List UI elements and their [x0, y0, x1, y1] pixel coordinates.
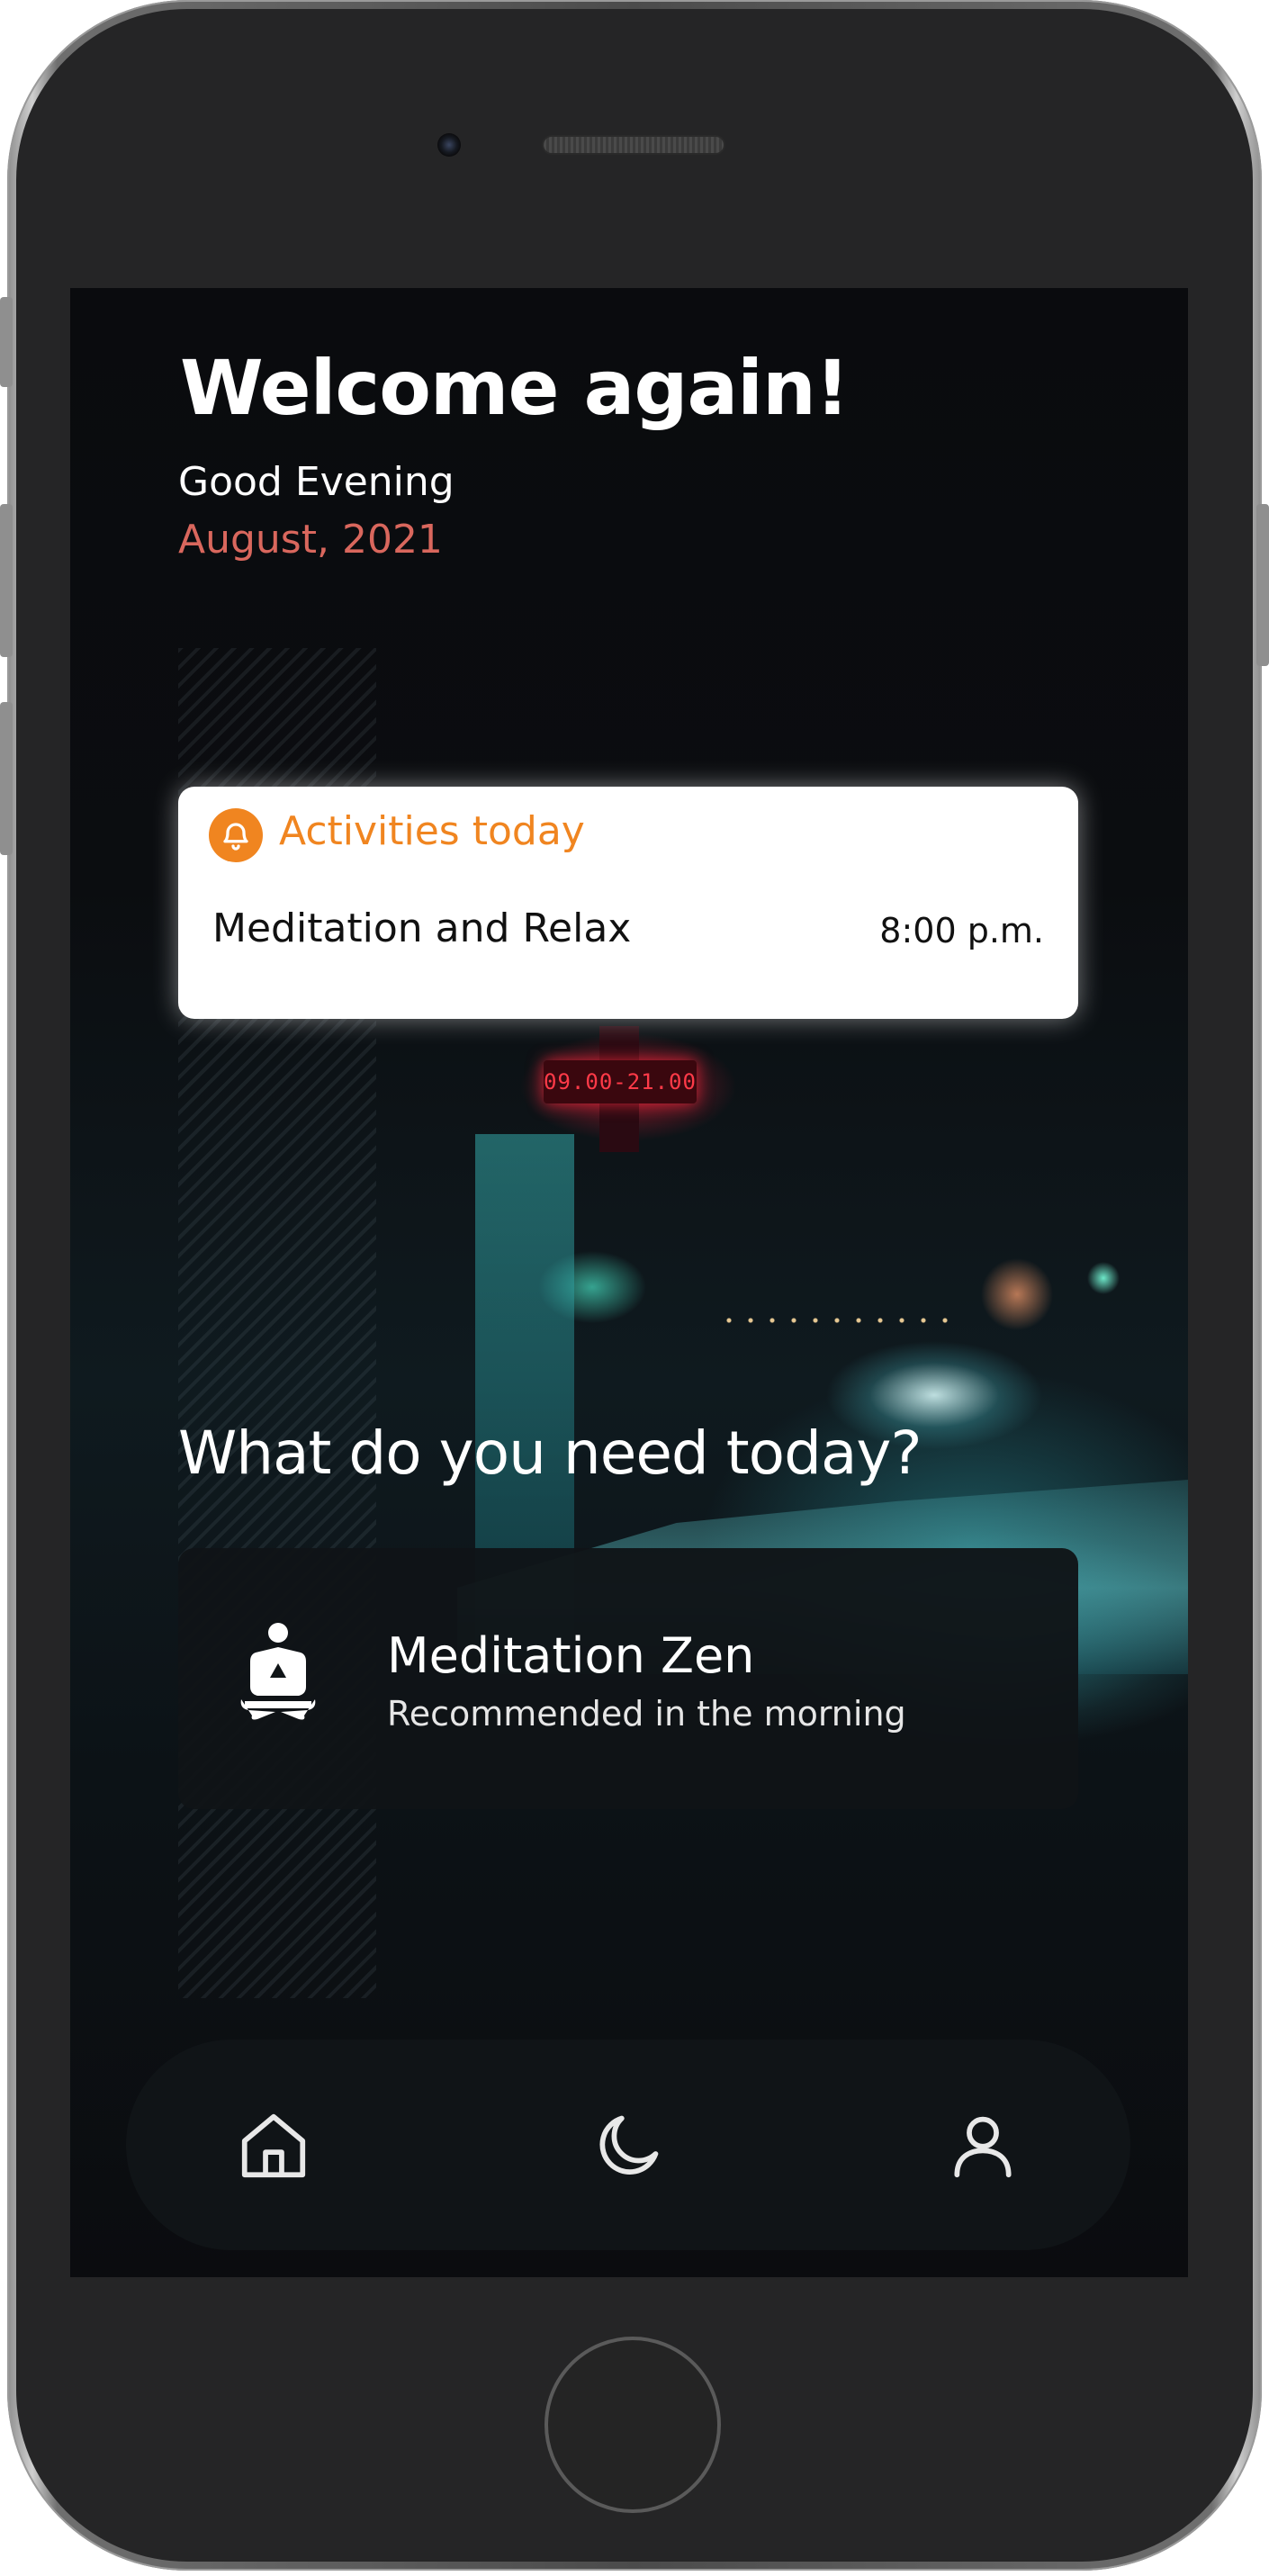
- page-title: Welcome again!: [180, 344, 850, 432]
- bottom-nav-bar: [126, 2040, 1130, 2250]
- power-button: [1256, 504, 1269, 666]
- volume-down-button: [0, 702, 13, 855]
- earpiece-speaker: [544, 137, 724, 153]
- home-icon: [241, 2113, 306, 2178]
- activities-card[interactable]: Activities today Meditation and Relax 8:…: [178, 787, 1078, 1019]
- nav-home-button[interactable]: [230, 2103, 317, 2189]
- meditation-icon: [239, 1622, 317, 1726]
- moon-icon: [599, 2115, 659, 2175]
- option-subtitle: Recommended in the morning: [387, 1694, 906, 1734]
- section-question: What do you need today?: [178, 1419, 922, 1488]
- mute-switch: [0, 297, 13, 387]
- app-screen: 09.00-21.00 Welcome again! Good Evening …: [70, 288, 1188, 2277]
- greeting-text: Good Evening: [178, 459, 454, 505]
- nav-profile-button[interactable]: [940, 2103, 1026, 2189]
- activity-name: Meditation and Relax: [212, 905, 632, 951]
- option-title: Meditation Zen: [387, 1627, 755, 1684]
- meditation-zen-card[interactable]: Meditation Zen Recommended in the mornin…: [178, 1548, 1078, 1809]
- volume-up-button: [0, 504, 13, 657]
- front-camera: [437, 133, 461, 157]
- bell-icon: [209, 808, 263, 862]
- nav-sleep-button[interactable]: [585, 2103, 671, 2189]
- user-icon: [954, 2116, 1012, 2178]
- home-hardware-button[interactable]: [544, 2337, 721, 2513]
- activity-time: 8:00 p.m.: [879, 911, 1044, 950]
- activities-title: Activities today: [279, 808, 585, 854]
- home-content: Welcome again! Good Evening August, 2021…: [70, 288, 1188, 2277]
- date-text: August, 2021: [178, 517, 443, 563]
